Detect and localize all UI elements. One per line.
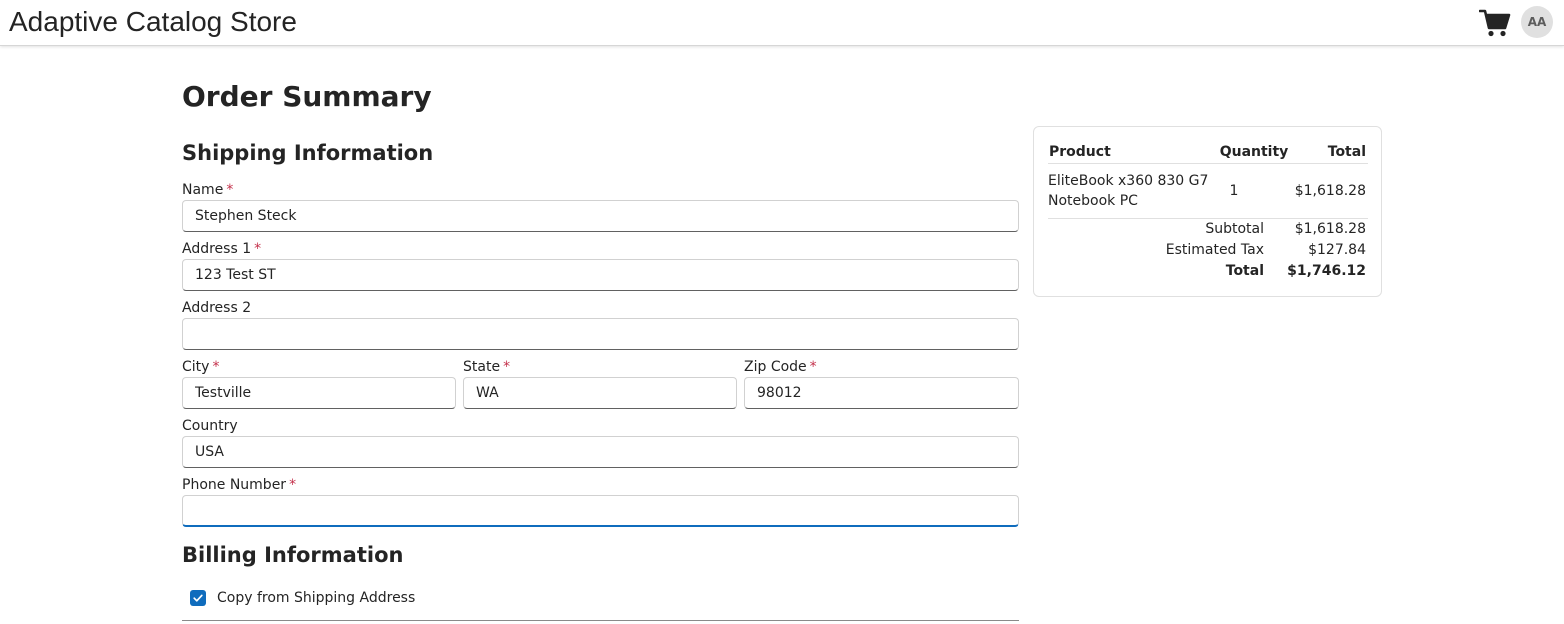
phone-input[interactable] bbox=[182, 495, 1019, 527]
billing-section-title: Billing Information bbox=[182, 543, 404, 567]
order-summary-card: Product Quantity Total EliteBook x360 83… bbox=[1033, 126, 1382, 297]
country-label-text: Country bbox=[182, 418, 238, 434]
product-quantity: 1 bbox=[1229, 183, 1239, 199]
address1-label: Address 1 * bbox=[182, 241, 261, 257]
product-total: $1,618.28 bbox=[1294, 183, 1366, 199]
shipping-section-title: Shipping Information bbox=[182, 141, 434, 165]
name-label: Name * bbox=[182, 182, 233, 198]
required-mark: * bbox=[503, 359, 511, 375]
shopping-cart-icon[interactable] bbox=[1478, 8, 1511, 38]
required-mark: * bbox=[289, 477, 297, 493]
product-name-line1: EliteBook x360 830 G7 bbox=[1048, 173, 1209, 189]
phone-label: Phone Number * bbox=[182, 477, 296, 493]
app-title: Adaptive Catalog Store bbox=[9, 6, 297, 37]
page-title: Order Summary bbox=[182, 80, 432, 113]
total-label: Total bbox=[1225, 263, 1264, 279]
city-label: City * bbox=[182, 359, 219, 375]
subtotal-value: $1,618.28 bbox=[1294, 221, 1366, 237]
zip-label: Zip Code * bbox=[744, 359, 817, 375]
zip-input[interactable] bbox=[744, 377, 1019, 409]
header-divider bbox=[1048, 163, 1368, 164]
required-mark: * bbox=[809, 359, 817, 375]
phone-label-text: Phone Number bbox=[182, 477, 287, 493]
user-avatar[interactable]: AA bbox=[1521, 6, 1553, 38]
address2-input[interactable] bbox=[182, 318, 1019, 350]
copy-shipping-checkbox[interactable] bbox=[190, 590, 206, 606]
city-label-text: City bbox=[182, 359, 210, 375]
top-bar: Adaptive Catalog Store AA bbox=[0, 0, 1564, 46]
required-mark: * bbox=[226, 182, 234, 198]
row-divider bbox=[1048, 218, 1368, 219]
subtotal-label: Subtotal bbox=[1205, 221, 1264, 237]
product-column-header: Product bbox=[1049, 144, 1111, 160]
product-name-line2: Notebook PC bbox=[1048, 193, 1138, 209]
address1-input[interactable] bbox=[182, 259, 1019, 291]
required-mark: * bbox=[254, 241, 262, 257]
state-label: State * bbox=[463, 359, 510, 375]
tax-label: Estimated Tax bbox=[1165, 242, 1264, 258]
checkmark-icon bbox=[193, 594, 203, 602]
country-label: Country bbox=[182, 418, 238, 434]
address2-label: Address 2 bbox=[182, 300, 251, 316]
required-mark: * bbox=[212, 359, 220, 375]
country-input[interactable] bbox=[182, 436, 1019, 468]
tax-value: $127.84 bbox=[1308, 242, 1366, 258]
billing-field-underline bbox=[182, 620, 1019, 621]
address2-label-text: Address 2 bbox=[182, 300, 252, 316]
address1-label-text: Address 1 bbox=[182, 241, 252, 257]
zip-label-text: Zip Code bbox=[744, 359, 807, 375]
state-input[interactable] bbox=[463, 377, 737, 409]
total-value: $1,746.12 bbox=[1287, 263, 1366, 279]
state-label-text: State bbox=[463, 359, 501, 375]
city-input[interactable] bbox=[182, 377, 456, 409]
name-label-text: Name bbox=[182, 182, 224, 198]
copy-shipping-label[interactable]: Copy from Shipping Address bbox=[217, 590, 415, 606]
total-column-header: Total bbox=[1327, 144, 1366, 160]
name-input[interactable] bbox=[182, 200, 1019, 232]
